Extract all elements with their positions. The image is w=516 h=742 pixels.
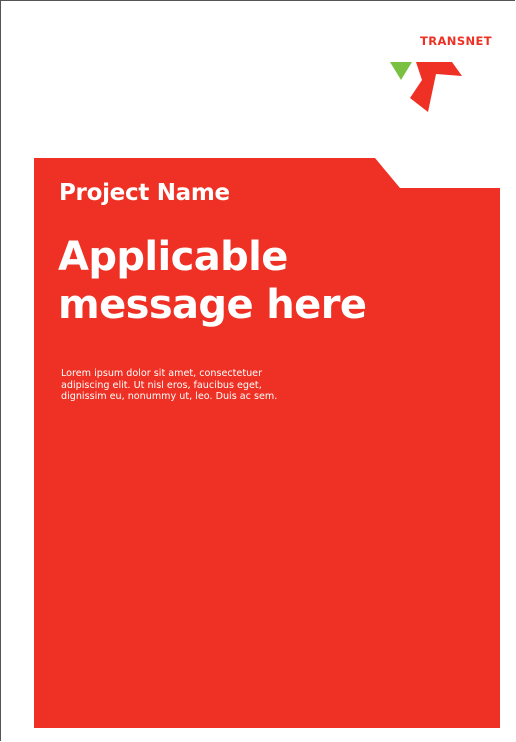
project-name: Project Name	[59, 180, 230, 206]
cover-panel: Project Name Applicable message here Lor…	[34, 158, 500, 728]
headline-line: message here	[58, 282, 367, 328]
logo-red-arrow	[410, 62, 462, 112]
body-paragraph: Lorem ipsum dolor sit amet, consectetuer…	[61, 368, 321, 403]
transnet-logo: TRANSNET	[380, 30, 500, 115]
logo-green-triangle	[390, 62, 412, 80]
logo-mark-icon	[390, 62, 462, 112]
headline-line: Applicable	[58, 234, 288, 280]
body-line: dignissim eu, nonummy ut, leo. Duis ac s…	[61, 391, 278, 402]
body-line: Lorem ipsum dolor sit amet, consectetuer	[61, 368, 263, 379]
logo-wordmark: TRANSNET	[420, 34, 493, 48]
headline: Applicable message here	[58, 233, 478, 329]
body-line: adipiscing elit. Ut nisl eros, faucibus …	[61, 379, 262, 391]
